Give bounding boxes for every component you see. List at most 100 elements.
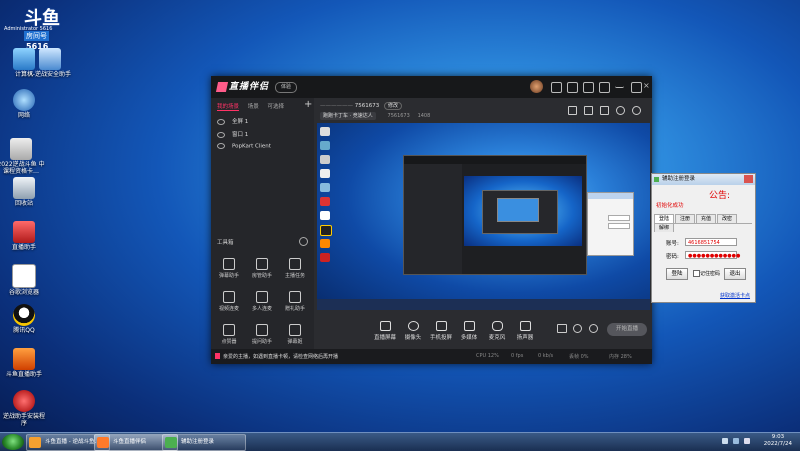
message-icon[interactable] (583, 82, 594, 93)
share-icon[interactable] (632, 106, 641, 115)
douyu-live-desktop-icon[interactable]: 斗鱼直播助手 (2, 348, 46, 379)
avatar[interactable] (530, 80, 543, 93)
settings-icon[interactable] (589, 324, 598, 333)
init-status: 初始化成功 (656, 203, 684, 209)
maximize-icon[interactable] (631, 82, 642, 93)
tab-scenes[interactable]: 场景 (248, 104, 259, 110)
stat-dropped: 丢帧 0% (569, 354, 589, 360)
login-dialog: 辅助注册登录 公告: 初始化成功 登陆 注册 充值 改密 解绑 账号: 4616… (651, 173, 756, 303)
shirt-icon[interactable] (567, 82, 578, 93)
tray-volume-icon[interactable] (744, 438, 750, 444)
tab-my-scenes[interactable]: 我的场景 (217, 104, 240, 111)
eye-icon[interactable] (217, 131, 225, 138)
close-icon[interactable] (744, 175, 753, 183)
tool-danmu-assistant[interactable]: 弹幕助手 (213, 258, 245, 279)
network-desktop-icon[interactable]: 网络 (2, 89, 46, 120)
preview-icon (320, 197, 330, 206)
phone-cast-button[interactable]: 手机投屏 (427, 321, 455, 341)
tab-change-password[interactable]: 改密 (717, 214, 737, 223)
remember-checkbox[interactable] (693, 270, 700, 277)
control-label: 直播屏幕 (373, 335, 396, 341)
eye-icon[interactable] (217, 143, 225, 149)
tool-label: 房管助手 (251, 273, 272, 279)
tool-icon (289, 258, 301, 270)
activation-link[interactable]: 获取激活卡点 (720, 292, 750, 299)
icon-label: 直播助手 (11, 244, 36, 251)
tab-unbind[interactable]: 解绑 (654, 223, 674, 232)
tool-room-manager[interactable]: 房管助手 (246, 258, 278, 279)
eye-icon[interactable] (217, 118, 225, 125)
minimize-icon[interactable] (615, 82, 624, 88)
effects-icon[interactable] (573, 324, 582, 333)
microphone-button[interactable]: 麦克风 (483, 321, 511, 341)
add-scene-icon[interactable]: + (304, 99, 312, 110)
taskbar-item[interactable]: 辅助注册登录 (162, 434, 246, 451)
tool-like[interactable]: 点赞器 (213, 324, 245, 345)
tool-multi-link[interactable]: 多人连麦 (246, 291, 278, 312)
source-item[interactable]: PopKart Client (217, 143, 271, 150)
notice-label: 公告: (709, 191, 731, 201)
qq-desktop-icon[interactable]: 腾讯QQ (2, 304, 46, 335)
gift-icon[interactable] (551, 82, 562, 93)
tool-gift-assistant[interactable]: 赠礼助手 (279, 291, 311, 312)
speaker-button[interactable]: 扬声器 (511, 321, 539, 341)
start-live-button[interactable]: 开始直播 (607, 323, 647, 336)
record-icon[interactable] (557, 324, 567, 333)
bell-icon[interactable] (616, 106, 625, 115)
save-icon[interactable] (568, 106, 577, 115)
tool-anchor-task[interactable]: 主播任务 (279, 258, 311, 279)
overlay-room-label: 房间号 (24, 31, 49, 41)
tray-flag-icon[interactable] (722, 438, 728, 444)
logo-icon (215, 81, 229, 92)
tool-video-link[interactable]: 视频连麦 (213, 291, 245, 312)
installer-desktop-icon[interactable]: 逆战助手安装程序 (2, 390, 46, 427)
start-button[interactable] (2, 434, 24, 450)
menu-icon[interactable] (599, 82, 610, 93)
close-icon[interactable]: × (643, 81, 652, 90)
preview-icon (320, 155, 330, 164)
tab-recharge[interactable]: 充值 (696, 214, 716, 223)
remember-label: 记住密码 (700, 271, 721, 277)
tool-label: 主播任务 (284, 273, 305, 279)
lock-icon[interactable] (584, 106, 593, 115)
media-icon (463, 321, 475, 331)
security-assistant-desktop-icon[interactable]: X-逆战安全助手 (28, 48, 72, 79)
room-info: —————— 7561673 修改 跑跑卡丁车 · 竞速达人 7561673 1… (320, 102, 430, 120)
password-field[interactable]: ●●●●●●●●●●●● (685, 251, 740, 259)
tray-network-icon[interactable] (733, 438, 739, 444)
tool-question[interactable]: 提问助手 (246, 324, 278, 345)
tool-label: 赠礼助手 (284, 306, 305, 312)
browser-desktop-icon[interactable]: 谷歌浏览器 (2, 264, 46, 297)
taskbar-label: 辅助注册登录 (181, 439, 215, 445)
live-assistant-desktop-icon[interactable]: 直播助手 (2, 221, 46, 252)
stat-fps: 0 fps (511, 353, 524, 359)
layout-icon[interactable] (600, 106, 609, 115)
stream-preview[interactable] (317, 123, 650, 310)
preview-icon (320, 169, 330, 178)
source-item[interactable]: 全屏 1 (217, 117, 248, 125)
settings-icon[interactable] (299, 237, 308, 246)
login-button[interactable]: 登陆 (666, 268, 688, 280)
clock[interactable]: 9:03 2022/7/24 (764, 434, 792, 448)
tab-login[interactable]: 登陆 (654, 214, 674, 223)
qualification-card-desktop-icon[interactable]: 2022逆战斗鱼 中课程资格卡… (0, 138, 46, 175)
screen-capture-button[interactable]: 直播屏幕 (371, 321, 399, 341)
tool-icon (289, 291, 301, 303)
nested-app-window (403, 155, 587, 275)
camera-button[interactable]: 摄像头 (399, 321, 427, 341)
media-button[interactable]: 多媒体 (455, 321, 483, 341)
recycle-bin-desktop-icon[interactable]: 回收站 (2, 177, 46, 208)
tool-danmu-ji[interactable]: 弹幕姬 (279, 324, 311, 345)
icon-label: 斗鱼直播助手 (5, 371, 42, 378)
tab-register[interactable]: 注册 (675, 214, 695, 223)
category-badge[interactable]: 跑跑卡丁车 · 竞速达人 (320, 112, 376, 120)
account-field[interactable]: 4616851754 (685, 238, 737, 246)
tab-optional[interactable]: 可选择 (268, 104, 285, 110)
preview-icon (320, 183, 330, 192)
exit-button[interactable]: 退出 (724, 268, 746, 280)
taskbar: 斗鱼直播 - 逆战斗鱼… 斗鱼直播伴侣 辅助注册登录 9:03 2022/7/2… (0, 432, 800, 451)
edit-button[interactable]: 修改 (384, 102, 403, 110)
source-item[interactable]: 窗口 1 (217, 130, 248, 138)
version-tag[interactable]: 体验 (275, 82, 297, 93)
browser-icon (29, 437, 41, 448)
